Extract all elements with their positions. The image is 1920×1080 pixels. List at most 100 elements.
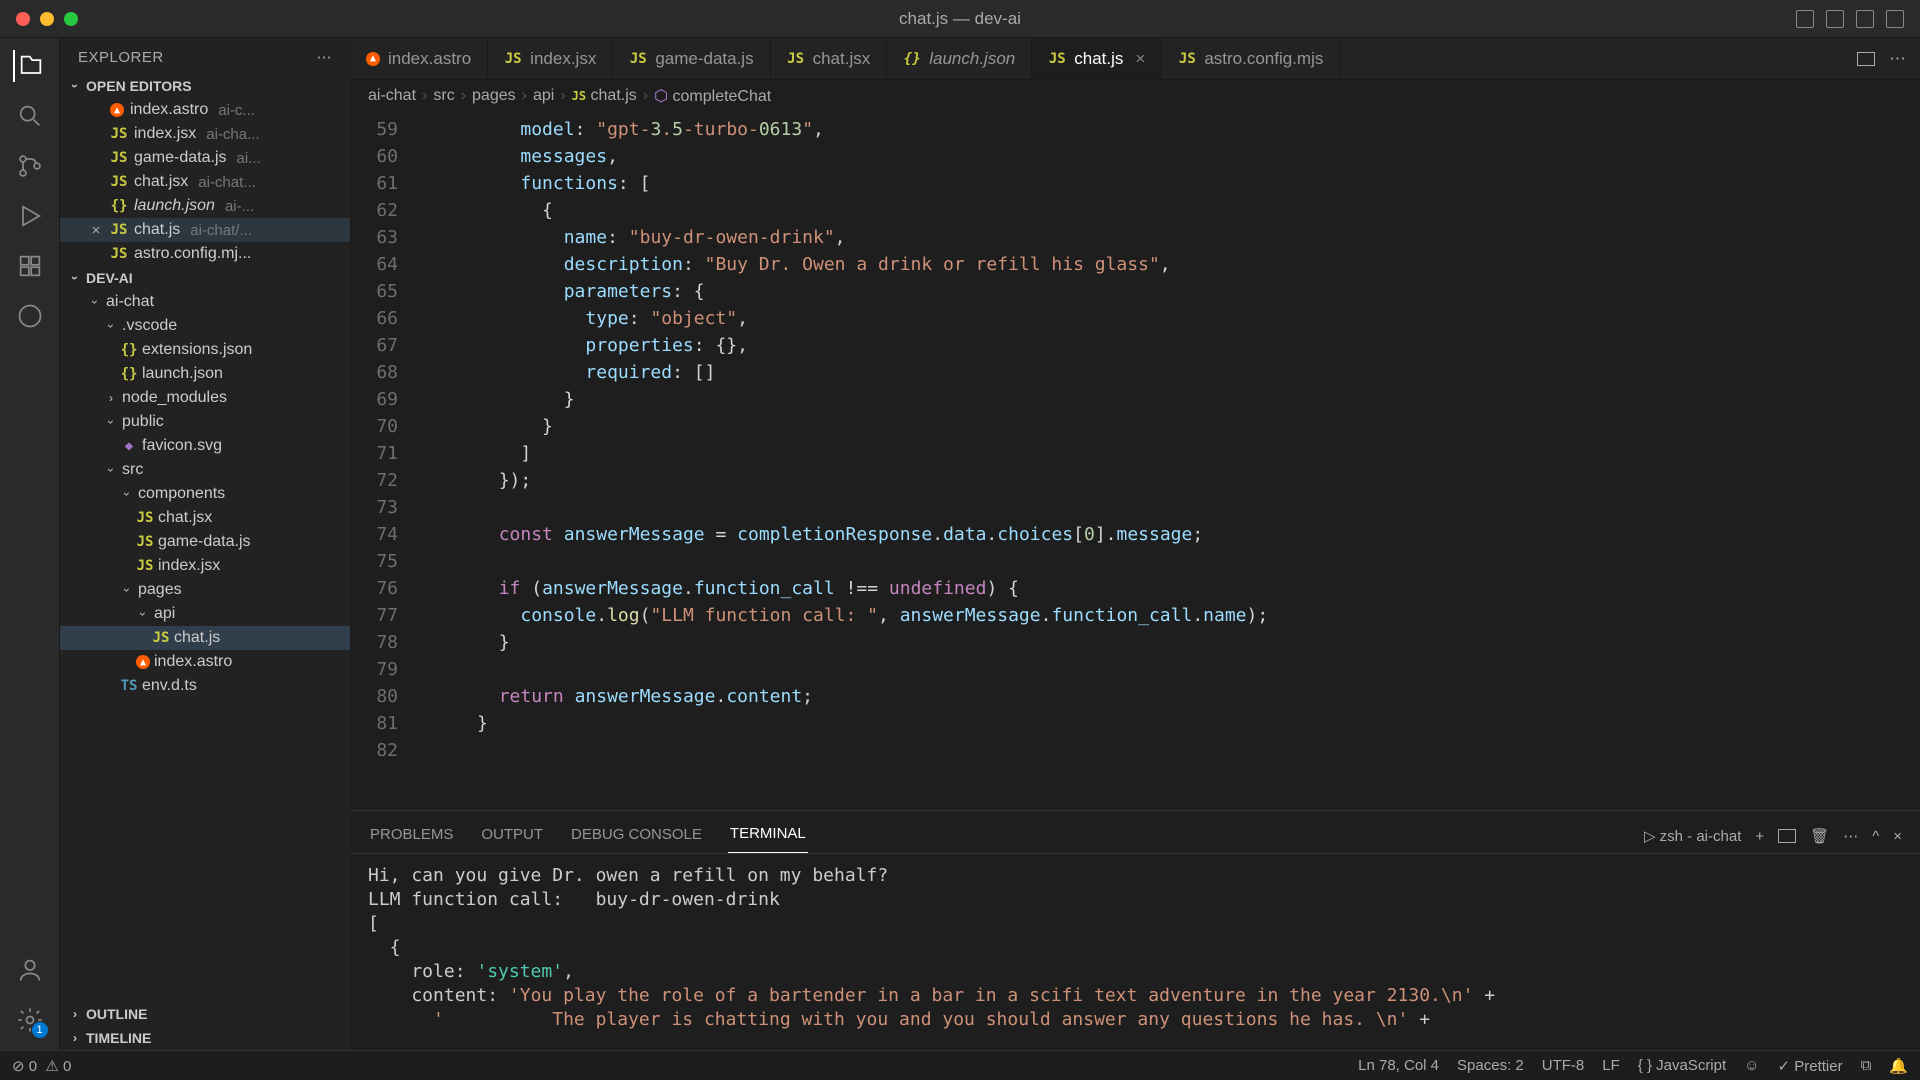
remote-icon[interactable] [14,300,46,332]
status-feedback-icon[interactable]: ☺ [1744,1057,1759,1074]
breadcrumb-item[interactable]: pages [472,87,516,105]
status-errors[interactable]: ⊘ 0 ⚠ 0 [12,1057,71,1075]
more-icon[interactable]: ⋯ [1843,827,1858,845]
breadcrumb-item[interactable]: ⬡ completeChat [654,86,771,106]
editor-tab[interactable]: {}launch.json [887,38,1032,79]
terminal-launch-profile[interactable]: ▷ zsh - ai-chat [1644,827,1741,845]
code-content[interactable]: model: "gpt-3.5-turbo-0613", messages, f… [412,112,1920,810]
search-icon[interactable] [14,100,46,132]
new-terminal-icon[interactable]: + [1755,828,1764,845]
status-prettier[interactable]: ✓ Prettier [1777,1057,1842,1075]
timeline-header[interactable]: › TIMELINE [60,1026,350,1050]
editor-tab[interactable]: JSchat.js× [1032,38,1162,79]
status-bell-icon[interactable]: 🔔 [1889,1057,1908,1075]
status-encoding[interactable]: UTF-8 [1542,1057,1585,1074]
split-editor-icon[interactable] [1857,52,1875,66]
tree-item[interactable]: ›node_modules [60,386,350,410]
open-editor-item[interactable]: JSchat.jsxai-chat... [60,170,350,194]
open-editor-item[interactable]: JSindex.jsxai-cha... [60,122,350,146]
panel-tab[interactable]: PROBLEMS [368,820,455,853]
terminal-output[interactable]: Hi, can you give Dr. owen a refill on my… [350,854,1920,1050]
open-editor-item[interactable]: JSastro.config.mj... [60,242,350,266]
tab-bar: ▲index.astroJSindex.jsxJSgame-data.jsJSc… [350,38,1920,80]
editor-tab[interactable]: ▲index.astro [350,38,488,79]
tree-item[interactable]: JSchat.jsx [60,506,350,530]
run-debug-icon[interactable] [14,200,46,232]
status-broadcast-icon[interactable]: ⧉ [1861,1057,1872,1074]
breadcrumb-item[interactable]: src [433,87,454,105]
tree-label: .vscode [122,317,177,335]
tree-item[interactable]: ▲index.astro [60,650,350,674]
tree-item[interactable]: ›api [60,602,350,626]
open-editor-item[interactable]: ×JSchat.jsai-chat/... [60,218,350,242]
layout-panel-icon[interactable] [1796,10,1814,28]
breadcrumb-item[interactable]: ai-chat [368,87,416,105]
source-control-icon[interactable] [14,150,46,182]
panel-tab[interactable]: DEBUG CONSOLE [569,820,704,853]
close-icon[interactable]: × [1135,49,1145,69]
tree-item[interactable]: ›.vscode [60,314,350,338]
open-editor-item[interactable]: JSgame-data.jsai... [60,146,350,170]
maximize-panel-icon[interactable]: ^ [1872,828,1879,845]
tree-item[interactable]: JSindex.jsx [60,554,350,578]
close-icon[interactable]: × [88,222,104,239]
panel-tab[interactable]: TERMINAL [728,819,808,853]
tree-label: ai-chat [106,293,154,311]
tree-item[interactable]: ›components [60,482,350,506]
breadcrumb-item[interactable]: JS chat.js [572,87,637,105]
extensions-icon[interactable] [14,250,46,282]
split-terminal-icon[interactable] [1778,829,1796,843]
layout-split-icon[interactable] [1856,10,1874,28]
status-eol[interactable]: LF [1602,1057,1620,1074]
project-header[interactable]: › DEV-AI [60,266,350,290]
accounts-icon[interactable] [14,954,46,986]
tree-item[interactable]: ›public [60,410,350,434]
open-editor-item[interactable]: ▲index.astroai-c... [60,98,350,122]
file-icon: JS [629,51,647,67]
editor-tab[interactable]: JSindex.jsx [488,38,613,79]
editor-tab[interactable]: JSchat.jsx [771,38,888,79]
tree-item[interactable]: {}extensions.json [60,338,350,362]
tree-item[interactable]: ›ai-chat [60,290,350,314]
open-editor-item[interactable]: {}launch.jsonai-... [60,194,350,218]
editor-tab[interactable]: JSgame-data.js [613,38,770,79]
breadcrumb-item[interactable]: api [533,87,554,105]
tab-more-icon[interactable]: ⋯ [1889,49,1906,69]
tree-label: game-data.js [158,533,251,551]
settings-gear-icon[interactable] [14,1004,46,1036]
status-language[interactable]: { } JavaScript [1638,1057,1726,1074]
explorer-icon[interactable] [13,50,45,82]
close-panel-icon[interactable]: × [1893,828,1902,845]
close-window-icon[interactable] [16,12,30,26]
zoom-window-icon[interactable] [64,12,78,26]
file-icon: {} [903,51,921,67]
status-indent[interactable]: Spaces: 2 [1457,1057,1524,1074]
layout-grid-icon[interactable] [1886,10,1904,28]
tree-item[interactable]: ◆favicon.svg [60,434,350,458]
open-editors-header[interactable]: › OPEN EDITORS [60,74,350,98]
tree-item[interactable]: ›src [60,458,350,482]
breadcrumb[interactable]: ai-chat›src›pages›api›JS chat.js›⬡ compl… [350,80,1920,112]
file-icon: JS [110,174,128,190]
panel-tab[interactable]: OUTPUT [479,820,545,853]
tree-item[interactable]: JSchat.js [60,626,350,650]
editor-tab[interactable]: JSastro.config.mjs [1162,38,1340,79]
tree-item[interactable]: ›pages [60,578,350,602]
kill-terminal-icon[interactable]: 🗑 [1810,827,1829,845]
tree-item[interactable]: JSgame-data.js [60,530,350,554]
tree-item[interactable]: TSenv.d.ts [60,674,350,698]
file-icon: ▲ [136,655,150,669]
minimize-window-icon[interactable] [40,12,54,26]
file-icon: JS [1048,51,1066,67]
window-title: chat.js — dev-ai [899,9,1021,29]
file-icon: JS [136,534,154,550]
line-gutter: 5960616263646566676869707172737475767778… [350,112,412,810]
layout-sidebar-icon[interactable] [1826,10,1844,28]
open-editor-label: astro.config.mj... [134,245,251,263]
status-cursor-pos[interactable]: Ln 78, Col 4 [1358,1057,1439,1074]
chevron-right-icon: › [643,87,648,105]
tree-item[interactable]: {}launch.json [60,362,350,386]
outline-header[interactable]: › OUTLINE [60,1002,350,1026]
code-editor[interactable]: 5960616263646566676869707172737475767778… [350,112,1920,810]
sidebar-more-icon[interactable]: ⋯ [317,48,333,66]
